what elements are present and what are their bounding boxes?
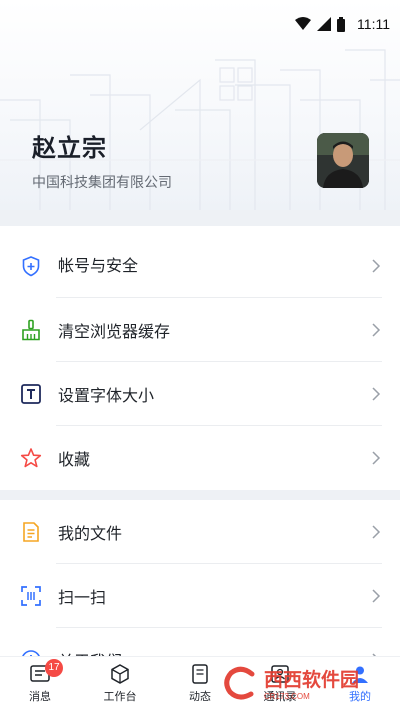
chevron-right-icon — [372, 323, 381, 337]
chevron-right-icon — [372, 259, 381, 273]
my-files-label: 我的文件 — [58, 524, 123, 543]
section-separator — [0, 210, 400, 226]
favorites-label: 收藏 — [58, 450, 91, 469]
nav-messages[interactable]: 17 消息 — [0, 657, 80, 704]
watermark-logo — [224, 666, 255, 700]
chevron-right-icon — [372, 525, 381, 539]
settings-list: 帐号与安全 清空浏览器缓存 设置字体大小 收藏 — [0, 234, 400, 490]
broom-icon — [22, 319, 40, 341]
chevron-right-icon — [372, 387, 381, 401]
font-size-icon — [21, 384, 41, 404]
nav-workbench-label: 工作台 — [103, 690, 137, 703]
feed-icon — [192, 664, 208, 684]
chevron-right-icon — [372, 451, 381, 465]
battery-icon — [337, 16, 346, 32]
clear-cache-item[interactable]: 清空浏览器缓存 — [0, 298, 400, 362]
star-icon — [20, 448, 42, 468]
avatar-photo — [317, 133, 369, 188]
font-size-label: 设置字体大小 — [58, 386, 155, 405]
workbench-cube-icon — [111, 664, 129, 684]
nav-messages-label: 消息 — [29, 690, 51, 703]
user-name: 赵立宗 — [32, 134, 107, 162]
my-files-item[interactable]: 我的文件 — [0, 500, 400, 564]
nav-workbench[interactable]: 工作台 — [80, 657, 160, 704]
watermark-title: 西西软件园 — [264, 670, 360, 691]
favorites-item[interactable]: 收藏 — [0, 426, 400, 490]
account-security-item[interactable]: 帐号与安全 — [0, 234, 400, 298]
wifi-icon — [295, 17, 312, 30]
watermark-subtitle: CR173.COM — [264, 692, 310, 701]
scan-item[interactable]: 扫一扫 — [0, 564, 400, 628]
company-name: 中国科技集团有限公司 — [32, 175, 172, 191]
account-security-label: 帐号与安全 — [58, 256, 139, 275]
section-separator — [0, 490, 400, 500]
file-icon — [23, 522, 39, 542]
status-bar: 11:11 — [0, 0, 400, 48]
site-watermark: 西西软件园 CR173.COM — [222, 660, 382, 706]
font-size-item[interactable]: 设置字体大小 — [0, 362, 400, 426]
cellular-signal-icon — [317, 17, 332, 31]
shield-plus-icon — [22, 256, 40, 277]
chevron-right-icon — [372, 589, 381, 603]
clear-cache-label: 清空浏览器缓存 — [58, 322, 171, 341]
unread-badge: 17 — [45, 659, 63, 677]
scan-icon — [21, 586, 41, 606]
scan-label: 扫一扫 — [58, 588, 107, 607]
status-time: 11:11 — [357, 16, 390, 32]
avatar[interactable] — [317, 133, 369, 188]
